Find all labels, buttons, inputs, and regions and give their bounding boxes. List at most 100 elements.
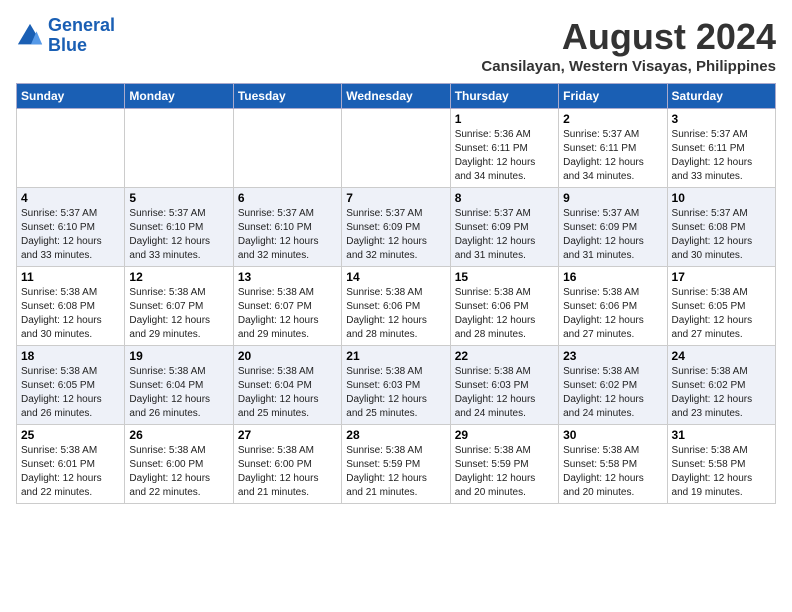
day-info: Sunrise: 5:38 AM Sunset: 6:03 PM Dayligh…	[346, 365, 445, 421]
logo-icon	[16, 22, 44, 50]
day-number: 25	[21, 428, 120, 442]
day-info: Sunrise: 5:38 AM Sunset: 6:06 PM Dayligh…	[455, 286, 554, 342]
day-info: Sunrise: 5:38 AM Sunset: 6:06 PM Dayligh…	[563, 286, 662, 342]
day-number: 3	[672, 112, 771, 126]
day-info: Sunrise: 5:38 AM Sunset: 5:59 PM Dayligh…	[346, 444, 445, 500]
calendar-header-row: SundayMondayTuesdayWednesdayThursdayFrid…	[17, 84, 776, 109]
logo: General Blue	[16, 16, 115, 56]
day-info: Sunrise: 5:37 AM Sunset: 6:11 PM Dayligh…	[672, 128, 771, 184]
calendar-cell: 16 Sunrise: 5:38 AM Sunset: 6:06 PM Dayli…	[559, 267, 667, 346]
calendar-cell: 20Sunrise: 5:38 AM Sunset: 6:04 PM Dayli…	[233, 346, 341, 425]
location: Cansilayan, Western Visayas, Philippines	[481, 58, 776, 75]
day-info: Sunrise: 5:38 AM Sunset: 6:01 PM Dayligh…	[21, 444, 120, 500]
day-number: 19	[129, 349, 228, 363]
day-number: 6	[238, 191, 337, 205]
day-number: 17	[672, 270, 771, 284]
day-number: 31	[672, 428, 771, 442]
day-info: Sunrise: 5:38 AM Sunset: 6:03 PM Dayligh…	[455, 365, 554, 421]
logo-text: General Blue	[48, 16, 115, 56]
calendar-cell: 9 Sunrise: 5:37 AM Sunset: 6:09 PM Daylig…	[559, 188, 667, 267]
calendar-cell: 26Sunrise: 5:38 AM Sunset: 6:00 PM Dayli…	[125, 425, 233, 504]
calendar-cell: 23Sunrise: 5:38 AM Sunset: 6:02 PM Dayli…	[559, 346, 667, 425]
col-header-friday: Friday	[559, 84, 667, 109]
col-header-wednesday: Wednesday	[342, 84, 450, 109]
day-info: Sunrise: 5:37 AM Sunset: 6:10 PM Dayligh…	[129, 207, 228, 263]
calendar-cell: 27Sunrise: 5:38 AM Sunset: 6:00 PM Dayli…	[233, 425, 341, 504]
day-info: Sunrise: 5:38 AM Sunset: 6:07 PM Dayligh…	[129, 286, 228, 342]
day-info: Sunrise: 5:38 AM Sunset: 5:58 PM Dayligh…	[563, 444, 662, 500]
calendar-cell: 8Sunrise: 5:37 AM Sunset: 6:09 PM Daylig…	[450, 188, 558, 267]
calendar-table: SundayMondayTuesdayWednesdayThursdayFrid…	[16, 83, 776, 504]
calendar-cell: 2Sunrise: 5:37 AM Sunset: 6:11 PM Daylig…	[559, 109, 667, 188]
col-header-thursday: Thursday	[450, 84, 558, 109]
day-number: 8	[455, 191, 554, 205]
day-number: 28	[346, 428, 445, 442]
col-header-saturday: Saturday	[667, 84, 775, 109]
calendar-row-2: 11Sunrise: 5:38 AM Sunset: 6:08 PM Dayli…	[17, 267, 776, 346]
calendar-cell: 24 Sunrise: 5:38 AM Sunset: 6:02 PM Dayli…	[667, 346, 775, 425]
calendar-cell: 30Sunrise: 5:38 AM Sunset: 5:58 PM Dayli…	[559, 425, 667, 504]
title-block: August 2024 Cansilayan, Western Visayas,…	[481, 16, 776, 75]
calendar-cell: 18 Sunrise: 5:38 AM Sunset: 6:05 PM Dayli…	[17, 346, 125, 425]
day-number: 21	[346, 349, 445, 363]
day-info: Sunrise: 5:36 AM Sunset: 6:11 PM Dayligh…	[455, 128, 554, 184]
day-number: 1	[455, 112, 554, 126]
day-number: 22	[455, 349, 554, 363]
day-info: Sunrise: 5:38 AM Sunset: 6:02 PM Dayligh…	[563, 365, 662, 421]
calendar-cell: 10 Sunrise: 5:37 AM Sunset: 6:08 PM Dayli…	[667, 188, 775, 267]
day-info: Sunrise: 5:38 AM Sunset: 5:58 PM Dayligh…	[672, 444, 771, 500]
calendar-cell: 11Sunrise: 5:38 AM Sunset: 6:08 PM Dayli…	[17, 267, 125, 346]
col-header-sunday: Sunday	[17, 84, 125, 109]
day-number: 5	[129, 191, 228, 205]
calendar-cell: 21 Sunrise: 5:38 AM Sunset: 6:03 PM Dayli…	[342, 346, 450, 425]
calendar-cell: 28 Sunrise: 5:38 AM Sunset: 5:59 PM Dayli…	[342, 425, 450, 504]
day-number: 4	[21, 191, 120, 205]
day-number: 24	[672, 349, 771, 363]
day-info: Sunrise: 5:38 AM Sunset: 6:05 PM Dayligh…	[21, 365, 120, 421]
calendar-row-0: 1 Sunrise: 5:36 AM Sunset: 6:11 PM Daylig…	[17, 109, 776, 188]
calendar-cell: 14Sunrise: 5:38 AM Sunset: 6:06 PM Dayli…	[342, 267, 450, 346]
calendar-cell: 22 Sunrise: 5:38 AM Sunset: 6:03 PM Dayli…	[450, 346, 558, 425]
month-year: August 2024	[481, 16, 776, 58]
calendar-cell	[342, 109, 450, 188]
day-info: Sunrise: 5:38 AM Sunset: 6:00 PM Dayligh…	[129, 444, 228, 500]
calendar-cell: 19 Sunrise: 5:38 AM Sunset: 6:04 PM Dayli…	[125, 346, 233, 425]
day-info: Sunrise: 5:38 AM Sunset: 6:04 PM Dayligh…	[238, 365, 337, 421]
day-number: 15	[455, 270, 554, 284]
day-number: 7	[346, 191, 445, 205]
day-number: 29	[455, 428, 554, 442]
day-info: Sunrise: 5:38 AM Sunset: 6:00 PM Dayligh…	[238, 444, 337, 500]
day-info: Sunrise: 5:38 AM Sunset: 6:02 PM Dayligh…	[672, 365, 771, 421]
calendar-cell	[233, 109, 341, 188]
calendar-cell: 17 Sunrise: 5:38 AM Sunset: 6:05 PM Dayli…	[667, 267, 775, 346]
day-number: 16	[563, 270, 662, 284]
calendar-cell: 1 Sunrise: 5:36 AM Sunset: 6:11 PM Daylig…	[450, 109, 558, 188]
day-number: 14	[346, 270, 445, 284]
calendar-cell: 25 Sunrise: 5:38 AM Sunset: 6:01 PM Dayli…	[17, 425, 125, 504]
day-number: 13	[238, 270, 337, 284]
calendar-cell: 7 Sunrise: 5:37 AM Sunset: 6:09 PM Daylig…	[342, 188, 450, 267]
calendar-cell: 6 Sunrise: 5:37 AM Sunset: 6:10 PM Daylig…	[233, 188, 341, 267]
col-header-monday: Monday	[125, 84, 233, 109]
day-number: 9	[563, 191, 662, 205]
day-info: Sunrise: 5:37 AM Sunset: 6:10 PM Dayligh…	[238, 207, 337, 263]
col-header-tuesday: Tuesday	[233, 84, 341, 109]
calendar-cell	[17, 109, 125, 188]
day-info: Sunrise: 5:37 AM Sunset: 6:09 PM Dayligh…	[346, 207, 445, 263]
calendar-row-3: 18 Sunrise: 5:38 AM Sunset: 6:05 PM Dayli…	[17, 346, 776, 425]
day-info: Sunrise: 5:38 AM Sunset: 6:04 PM Dayligh…	[129, 365, 228, 421]
logo-line1: General	[48, 15, 115, 35]
day-number: 10	[672, 191, 771, 205]
calendar-cell: 31 Sunrise: 5:38 AM Sunset: 5:58 PM Dayli…	[667, 425, 775, 504]
day-number: 18	[21, 349, 120, 363]
page-header: General Blue August 2024 Cansilayan, Wes…	[16, 16, 776, 75]
calendar-cell: 13Sunrise: 5:38 AM Sunset: 6:07 PM Dayli…	[233, 267, 341, 346]
day-info: Sunrise: 5:38 AM Sunset: 6:05 PM Dayligh…	[672, 286, 771, 342]
calendar-row-1: 4 Sunrise: 5:37 AM Sunset: 6:10 PM Daylig…	[17, 188, 776, 267]
calendar-cell: 12Sunrise: 5:38 AM Sunset: 6:07 PM Dayli…	[125, 267, 233, 346]
day-info: Sunrise: 5:37 AM Sunset: 6:08 PM Dayligh…	[672, 207, 771, 263]
calendar-cell: 3 Sunrise: 5:37 AM Sunset: 6:11 PM Daylig…	[667, 109, 775, 188]
day-info: Sunrise: 5:37 AM Sunset: 6:09 PM Dayligh…	[563, 207, 662, 263]
calendar-row-4: 25 Sunrise: 5:38 AM Sunset: 6:01 PM Dayli…	[17, 425, 776, 504]
day-info: Sunrise: 5:38 AM Sunset: 5:59 PM Dayligh…	[455, 444, 554, 500]
